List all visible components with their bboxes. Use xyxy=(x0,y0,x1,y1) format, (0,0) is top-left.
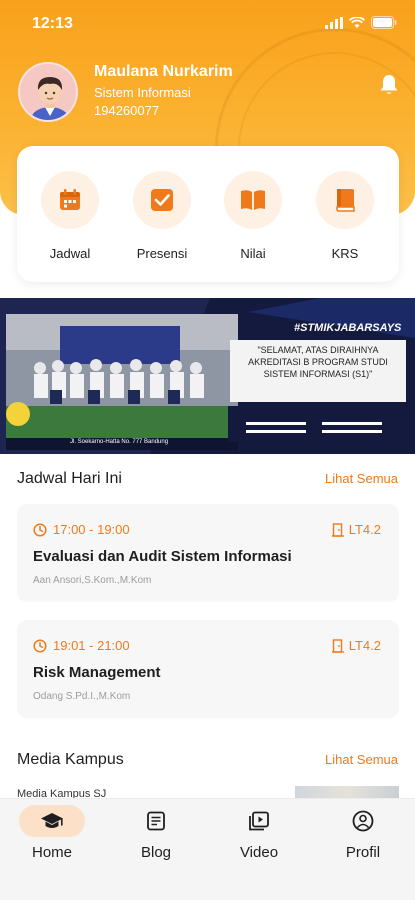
schedule-time: 17:00 - 19:00 xyxy=(33,522,130,537)
video-icon xyxy=(249,811,269,831)
schedule-room: LT4.2 xyxy=(331,638,381,653)
schedule-lecturer: Odang S.Pd.I.,M.Kom xyxy=(33,691,131,702)
bell-icon xyxy=(380,75,398,94)
nav-icon-wrap xyxy=(219,805,299,837)
user-name: Maulana Nurkarim xyxy=(94,63,233,80)
announcement-banner[interactable]: #STMIKJABARSAYS "SELAMAT, ATAS DIRAIHNYA… xyxy=(0,298,415,454)
banner-hashtag: #STMIKJABARSAYS xyxy=(294,322,402,334)
book-icon xyxy=(336,189,355,212)
schedule-card[interactable]: 19:01 - 21:00 LT4.2 Risk Management Odan… xyxy=(17,620,399,718)
schedule-course: Evaluasi dan Audit Sistem Informasi xyxy=(33,548,292,565)
graduation-cap-icon xyxy=(41,813,63,828)
avatar[interactable] xyxy=(18,62,78,122)
user-nim: 194260077 xyxy=(94,103,160,118)
nav-label: Profil xyxy=(345,844,381,861)
status-icons xyxy=(325,16,397,29)
schedule-see-all-link[interactable]: Lihat Semua xyxy=(325,471,398,486)
menu-label: Jadwal xyxy=(49,246,91,261)
menu-item-presensi[interactable]: Presensi xyxy=(124,171,200,261)
nav-item-home[interactable]: Home xyxy=(12,805,92,861)
nav-icon-wrap xyxy=(323,805,403,837)
schedule-course: Risk Management xyxy=(33,664,161,681)
banner-address: Jl. Soekarno-Hatta No. 777 Bandung xyxy=(70,439,169,445)
signal-icon xyxy=(325,16,343,29)
menu-label: Presensi xyxy=(136,246,188,261)
banner-quote: "SELAMAT, ATAS DIRAIHNYA AKREDITASI B PR… xyxy=(248,345,388,379)
bottom-navigation: Home Blog Video Profil xyxy=(0,798,415,900)
schedule-room-text: LT4.2 xyxy=(348,522,381,537)
nav-item-video[interactable]: Video xyxy=(219,805,299,861)
menu-icon-circle xyxy=(133,171,191,229)
user-icon xyxy=(352,810,374,832)
nav-item-profil[interactable]: Profil xyxy=(323,805,403,861)
status-time: 12:13 xyxy=(32,15,73,32)
notification-button[interactable] xyxy=(379,74,399,101)
checkbox-icon xyxy=(151,189,173,211)
clock-icon xyxy=(33,522,47,537)
menu-label: Nilai xyxy=(240,246,266,261)
menu-icon-circle xyxy=(224,171,282,229)
nav-label: Video xyxy=(239,844,279,861)
nav-icon-wrap xyxy=(116,805,196,837)
schedule-room: LT4.2 xyxy=(331,522,381,537)
status-bar: 12:13 xyxy=(0,0,415,50)
schedule-time: 19:01 - 21:00 xyxy=(33,638,130,653)
media-section-title: Media Kampus xyxy=(17,751,124,768)
wifi-icon xyxy=(349,16,365,28)
nav-item-blog[interactable]: Blog xyxy=(116,805,196,861)
schedule-section-title: Jadwal Hari Ini xyxy=(17,470,122,487)
door-icon xyxy=(331,638,344,653)
clock-icon xyxy=(33,638,47,653)
schedule-time-text: 17:00 - 19:00 xyxy=(53,522,130,537)
menu-item-jadwal[interactable]: Jadwal xyxy=(32,171,108,261)
schedule-card[interactable]: 17:00 - 19:00 LT4.2 Evaluasi dan Audit S… xyxy=(17,504,399,602)
nav-label: Home xyxy=(31,844,72,861)
media-see-all-link[interactable]: Lihat Semua xyxy=(325,752,398,767)
menu-item-nilai[interactable]: Nilai xyxy=(215,171,291,261)
schedule-room-text: LT4.2 xyxy=(348,638,381,653)
menu-icon-circle xyxy=(41,171,99,229)
schedule-lecturer: Aan Ansori,S.Kom.,M.Kom xyxy=(33,575,152,586)
article-icon xyxy=(147,811,165,831)
nav-active-indicator xyxy=(19,805,85,837)
nav-label: Blog xyxy=(140,844,172,861)
menu-item-krs[interactable]: KRS xyxy=(307,171,383,261)
calendar-icon xyxy=(60,189,80,210)
user-major: Sistem Informasi xyxy=(94,85,191,100)
open-book-icon xyxy=(241,190,265,210)
door-icon xyxy=(331,522,344,537)
battery-icon xyxy=(371,16,397,29)
quick-menu-card: Jadwal Presensi Nilai KRS xyxy=(17,146,399,282)
schedule-time-text: 19:01 - 21:00 xyxy=(53,638,130,653)
menu-label: KRS xyxy=(331,246,359,261)
menu-icon-circle xyxy=(316,171,374,229)
